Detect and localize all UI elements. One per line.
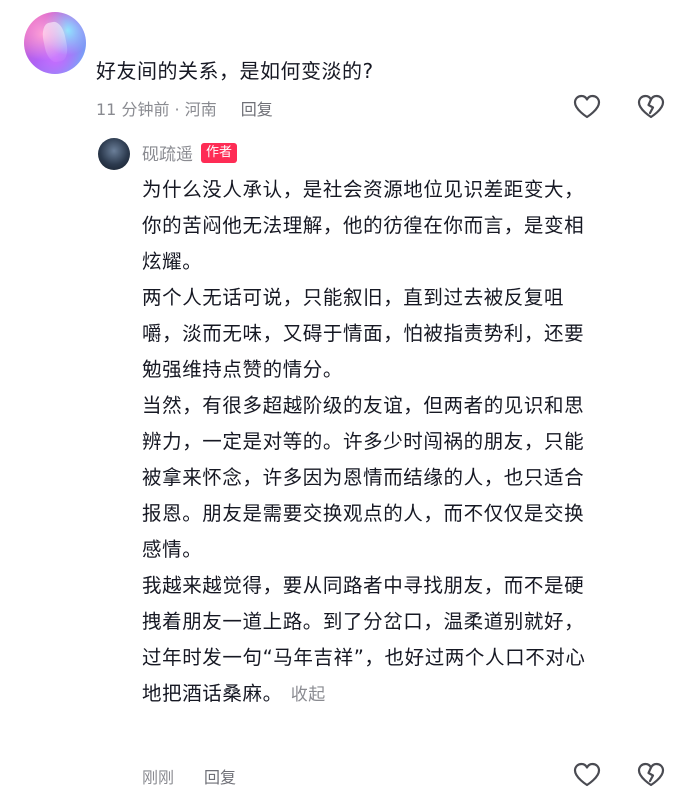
collapse-button[interactable]: 收起 <box>291 685 326 705</box>
comment-meta: 11 分钟前 · 河南 回复 <box>96 96 273 120</box>
comment-like-icon[interactable] <box>572 92 602 122</box>
comment-text: 好友间的关系，是如何变淡的? <box>96 59 374 83</box>
reply-text: 为什么没人承认，是社会资源地位见识差距变大， 你的苦闷他无法理解，他的彷徨在你而… <box>142 172 670 713</box>
reply-paragraph-4: 我越来越觉得，要从同路者中寻找朋友，而不是硬 拽着朋友一道上路。到了分岔口，温柔… <box>142 568 670 713</box>
reply-paragraph-2: 两个人无话可说，只能叙旧，直到过去被反复咀 嚼，淡而无味，又碍于情面，怕被指责势… <box>142 286 585 381</box>
reply-paragraph-4-text: 我越来越觉得，要从同路者中寻找朋友，而不是硬 拽着朋友一道上路。到了分岔口，温柔… <box>142 574 586 705</box>
commenter-avatar[interactable] <box>24 12 86 74</box>
reply-dislike-icon[interactable] <box>636 760 666 790</box>
reply-reply-button[interactable]: 回复 <box>204 764 236 788</box>
author-badge: 作者 <box>201 142 238 163</box>
reply-paragraph-1: 为什么没人承认，是社会资源地位见识差距变大， 你的苦闷他无法理解，他的彷徨在你而… <box>142 178 585 273</box>
comment-dislike-icon[interactable] <box>636 92 666 122</box>
reply-time: 刚刚 <box>142 768 175 787</box>
reply-like-icon[interactable] <box>572 760 602 790</box>
reply-paragraph-3: 当然，有很多超越阶级的友谊，但两者的见识和思 辨力，一定是对等的。许多少时闯祸的… <box>142 394 585 561</box>
comment-time-location: 11 分钟前 · 河南 <box>96 100 217 119</box>
author-username[interactable]: 砚疏遥 <box>142 140 193 165</box>
comment-reply-button[interactable]: 回复 <box>241 96 273 120</box>
reply-meta: 刚刚 回复 <box>142 764 236 788</box>
author-avatar[interactable] <box>98 138 130 170</box>
reply-header: 砚疏遥 作者 <box>142 140 238 165</box>
